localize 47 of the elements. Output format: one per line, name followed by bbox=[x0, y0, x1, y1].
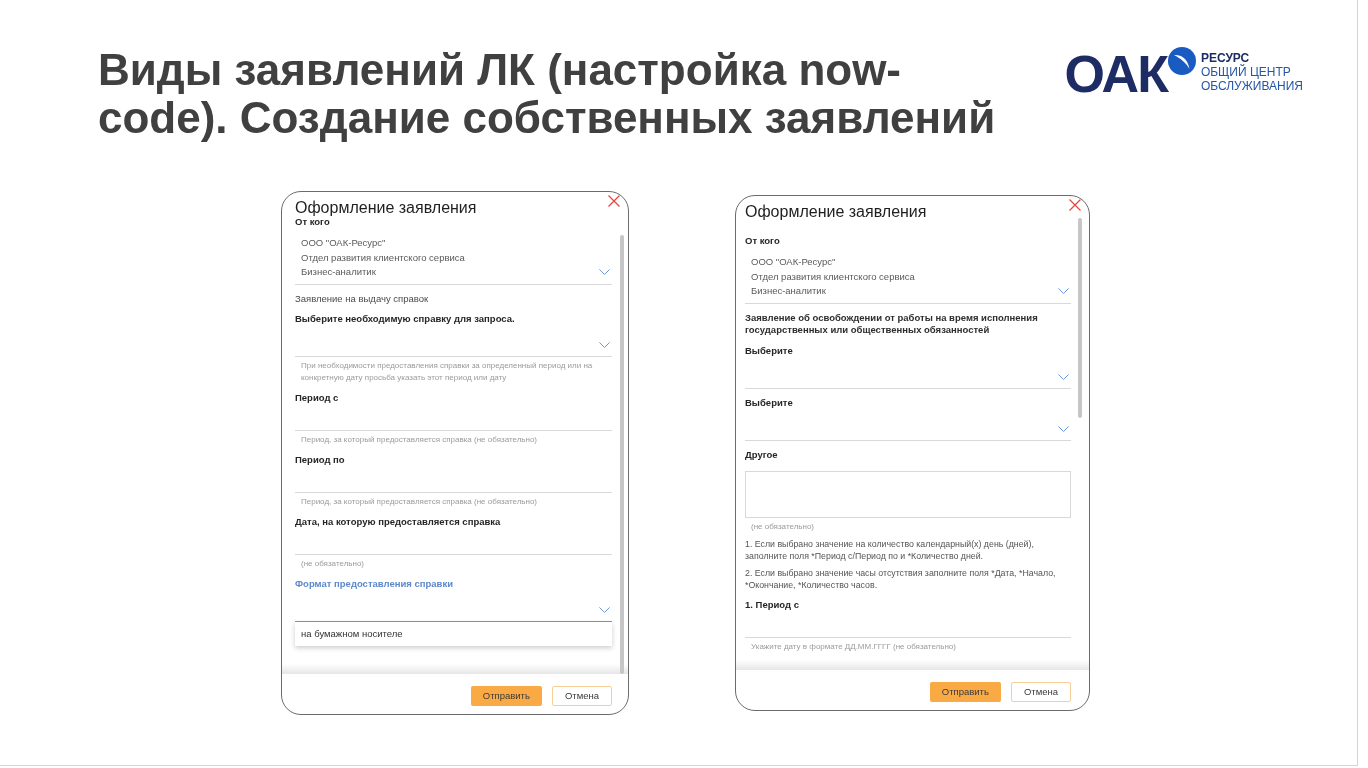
logo-text: ОБЩИЙ ЦЕНТР bbox=[1200, 65, 1292, 79]
select-field[interactable]: ООО "ОАК-Ресурс" Отдел развития клиентского сервиса Бизнес-аналитик bbox=[295, 228, 612, 285]
field-hint: Период, за который предоставляется справка (не обязательно) bbox=[300, 496, 539, 508]
field-label: Выберите необходимую справку для запроса. bbox=[295, 313, 516, 325]
field-label: Период с bbox=[295, 392, 340, 404]
field-label: Другое bbox=[745, 448, 779, 461]
slide-title: Виды заявлений ЛК (настройка now- code). Создание собственных заявлений bbox=[98, 46, 996, 142]
logo-text: ОБСЛУЖИВАНИЯ bbox=[1200, 79, 1303, 93]
chevron-down-icon bbox=[1058, 425, 1069, 432]
logo-wordmark: ОАК bbox=[1064, 47, 1167, 101]
chevron-down-icon bbox=[1058, 287, 1069, 294]
instruction-text: 1. Если выбрано значение на количество календарный(х) день (дней), заполните поля *Период с/Период по и *Количество дней. bbox=[745, 537, 1035, 562]
chevron-down-icon bbox=[599, 607, 610, 613]
field-label: 1. Период с bbox=[745, 598, 800, 611]
text-area[interactable] bbox=[745, 470, 1071, 518]
field-label: От кого bbox=[295, 216, 331, 228]
close-icon[interactable] bbox=[608, 195, 620, 207]
note-text: Заявление об освобождении от работы на время исполнения государственных или общественных обязанностей bbox=[745, 311, 1039, 337]
field-label: Период по bbox=[295, 454, 346, 466]
cancel-button[interactable]: Отмена bbox=[551, 686, 612, 706]
field-hint: (не обязательно) bbox=[750, 520, 815, 533]
field-label: Выберите bbox=[745, 344, 794, 357]
field-label: Формат предоставления справки bbox=[295, 578, 455, 590]
field-hint: (не обязательно) bbox=[300, 558, 365, 570]
dropdown-option[interactable]: на бумажном носителе bbox=[295, 622, 612, 646]
logo-text: РЕСУРС bbox=[1200, 51, 1251, 65]
send-button[interactable]: Отправить bbox=[929, 682, 1001, 702]
field-label: Выберите bbox=[745, 396, 794, 409]
field-hint: При необходимости предоставления справки за определенный период или на конкретную дату просьба указать этот период или дату bbox=[300, 360, 594, 384]
chevron-down-icon bbox=[599, 268, 610, 275]
scrollbar[interactable] bbox=[1078, 218, 1082, 418]
chevron-down-icon bbox=[1058, 373, 1069, 380]
close-icon[interactable] bbox=[1069, 199, 1081, 211]
field-hint: Период, за который предоставляется справка (не обязательно) bbox=[300, 434, 539, 446]
field-hint: Укажите дату в формате ДД.ММ.ГГГГ (не обязательно) bbox=[750, 640, 957, 653]
note-text: Заявление на выдачу справок bbox=[295, 292, 430, 305]
cancel-button[interactable]: Отмена bbox=[1010, 682, 1071, 702]
dialog-title: Оформление заявления bbox=[745, 204, 928, 220]
instruction-text: 2. Если выбрано значение часы отсутствия заполните поля *Дата, *Начало, *Окончание, *Количество часов. bbox=[745, 566, 1057, 591]
send-button[interactable]: Отправить bbox=[470, 686, 542, 706]
swoosh-circle-icon bbox=[1167, 47, 1196, 75]
chevron-down-icon bbox=[599, 342, 610, 348]
scrollbar[interactable] bbox=[620, 235, 624, 674]
field-label: От кого bbox=[745, 235, 781, 247]
field-label: Дата, на которую предоставляется справка bbox=[295, 516, 502, 528]
select-field[interactable]: ООО "ОАК-Ресурс" Отдел развития клиентского сервиса Бизнес-аналитик bbox=[745, 247, 1071, 304]
dialog-title: Оформление заявления bbox=[295, 200, 478, 216]
